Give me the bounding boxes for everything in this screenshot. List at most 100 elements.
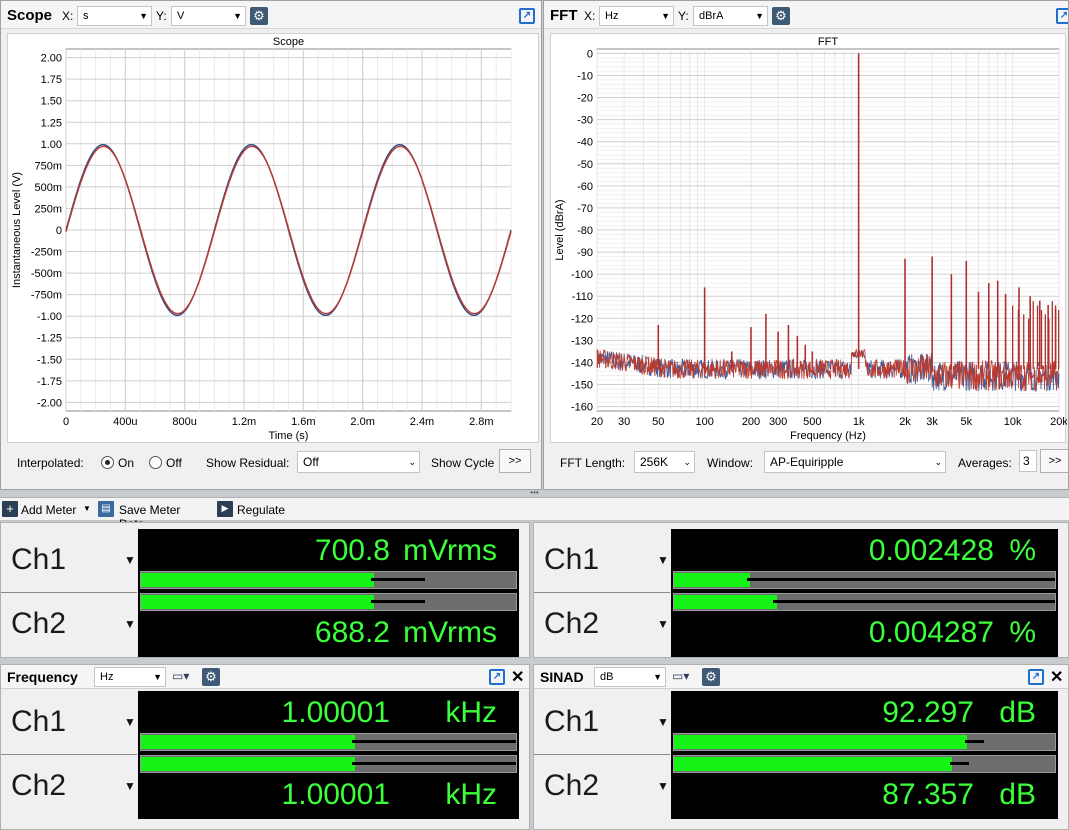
ch1-unit: % xyxy=(1009,534,1036,567)
x-tick-label: 0 xyxy=(63,416,69,428)
gear-icon[interactable]: ⚙ xyxy=(702,668,720,686)
gear-icon[interactable]: ⚙ xyxy=(772,7,790,25)
sinad-unit-select[interactable]: dB ▼ xyxy=(594,667,666,687)
show-residual-select[interactable]: Off ⌄ xyxy=(297,451,420,473)
ch2-label: Ch2 xyxy=(11,769,67,802)
ch1-level-fill xyxy=(141,735,355,749)
averages-label: Averages: xyxy=(958,456,1012,470)
ch2-label: Ch2 xyxy=(11,607,67,640)
y-tick-label: -160 xyxy=(571,402,593,414)
y-tick-label: -110 xyxy=(572,291,593,303)
close-icon[interactable]: ✕ xyxy=(1050,667,1063,687)
popout-icon[interactable]: ↗ xyxy=(1056,8,1068,24)
ch2-dropdown-icon[interactable]: ▼ xyxy=(657,617,669,631)
scope-header: Scope X: s ▼ Y: V ▼ ⚙ ↗ xyxy=(1,1,541,29)
scope-y-unit-select[interactable]: V ▼ xyxy=(171,6,246,26)
x-tick-label: 400u xyxy=(113,416,137,428)
ch2-dropdown-icon[interactable]: ▼ xyxy=(124,617,136,631)
popout-icon[interactable]: ↗ xyxy=(1028,669,1044,685)
ch1-dropdown-icon[interactable]: ▼ xyxy=(124,553,136,567)
fft-x-unit-value: Hz xyxy=(605,10,619,22)
ch2-level-bar xyxy=(140,755,517,773)
y-tick-label: -80 xyxy=(577,225,593,237)
x-axis-label: Time (s) xyxy=(269,430,309,442)
y-tick-label: -90 xyxy=(577,247,593,259)
meter-display-icon[interactable]: ▭▾ xyxy=(172,669,194,685)
splitter-handle[interactable]: ••• xyxy=(0,489,1069,497)
y-tick-label: -1.50 xyxy=(37,354,62,366)
chevron-down-icon: ▼ xyxy=(139,11,148,21)
fft-expand-button[interactable]: >> xyxy=(1040,449,1068,473)
ch1-dropdown-icon[interactable]: ▼ xyxy=(657,715,669,729)
ch1-unit: kHz xyxy=(445,696,497,729)
add-meter-button[interactable]: + Add Meter ▼ xyxy=(2,501,92,519)
fft-length-select[interactable]: 256K ⌄ xyxy=(634,451,695,473)
interpolated-off-radio[interactable]: Off xyxy=(149,456,182,470)
chevron-down-icon: ▼ xyxy=(233,11,242,21)
scope-x-unit-select[interactable]: s ▼ xyxy=(77,6,152,26)
y-tick-label: 1.75 xyxy=(41,74,62,86)
ch1-label: Ch1 xyxy=(544,543,600,576)
ch1-peak-line xyxy=(964,740,984,743)
y-tick-label: -50 xyxy=(577,159,593,171)
thdn-meter-panel: Ch1 ▼ Ch2 ▼ 0.002428% 0.004287% xyxy=(533,522,1069,658)
fft-x-unit-select[interactable]: Hz ▼ xyxy=(599,6,674,26)
fft-length-value: 256K xyxy=(640,455,669,469)
regulate-label: Regulate xyxy=(237,503,286,517)
x-tick-label: 20 xyxy=(591,416,603,428)
meter-display-icon[interactable]: ▭▾ xyxy=(672,669,694,685)
y-tick-label: 1.25 xyxy=(41,117,62,129)
y-tick-label: -1.25 xyxy=(37,333,62,345)
x-tick-label: 50 xyxy=(652,416,664,428)
fft-y-unit-select[interactable]: dBrA ▼ xyxy=(693,6,768,26)
popout-icon[interactable]: ↗ xyxy=(519,8,535,24)
ch2-peak-line xyxy=(773,600,1055,603)
ch1-level-fill xyxy=(674,735,968,749)
x-tick-label: 2.8m xyxy=(469,416,493,428)
y-tick-label: 1.00 xyxy=(41,139,62,151)
averages-value: 3 xyxy=(1023,454,1030,468)
regulate-button[interactable]: ▶ Regulate xyxy=(217,501,297,519)
ch2-level-bar xyxy=(140,593,517,611)
y-tick-label: -30 xyxy=(577,115,593,127)
y-axis-label: Level (dBrA) xyxy=(554,199,566,260)
gear-icon[interactable]: ⚙ xyxy=(250,7,268,25)
fft-x-label: X: xyxy=(584,9,596,23)
ch2-value: 87.357 xyxy=(882,778,974,811)
averages-input[interactable]: 3 xyxy=(1019,450,1037,472)
y-tick-label: -130 xyxy=(571,335,593,347)
scope-expand-button[interactable]: >> xyxy=(499,449,531,473)
frequency-unit-select[interactable]: Hz ▼ xyxy=(94,667,166,687)
x-axis-label: Frequency (Hz) xyxy=(790,430,866,442)
ch2-label: Ch2 xyxy=(544,607,600,640)
y-tick-label: 0 xyxy=(587,48,593,60)
chart-title: Scope xyxy=(273,36,304,48)
ch2-dropdown-icon[interactable]: ▼ xyxy=(657,779,669,793)
channel-divider xyxy=(534,592,670,593)
y-tick-label: 250m xyxy=(34,203,62,215)
interpolated-on-radio[interactable]: On xyxy=(101,456,134,470)
gear-icon[interactable]: ⚙ xyxy=(202,668,220,686)
fft-y-unit-value: dBrA xyxy=(699,10,724,22)
ch2-dropdown-icon[interactable]: ▼ xyxy=(124,779,136,793)
close-icon[interactable]: ✕ xyxy=(511,667,524,687)
ch1-label: Ch1 xyxy=(11,543,67,576)
popout-icon[interactable]: ↗ xyxy=(489,669,505,685)
y-tick-label: -1.00 xyxy=(37,311,62,323)
window-select[interactable]: AP-Equiripple ⌄ xyxy=(764,451,946,473)
fft-length-label: FFT Length: xyxy=(560,456,626,470)
interpolated-label: Interpolated: xyxy=(17,456,84,470)
y-tick-label: 1.50 xyxy=(41,96,62,108)
ch1-unit: mVrms xyxy=(403,534,497,567)
scope-y-unit-value: V xyxy=(177,10,185,22)
x-tick-label: 5k xyxy=(960,416,972,428)
x-tick-label: 3k xyxy=(926,416,938,428)
frequency-meter-panel: Frequency Hz ▼ ▭▾ ⚙ ↗ ✕ Ch1 ▼ Ch2 ▼ 1.00001 kHz 1.000… xyxy=(0,664,530,830)
ch2-value: 1.00001 xyxy=(281,778,390,811)
ch1-label: Ch1 xyxy=(11,705,67,738)
ch1-dropdown-icon[interactable]: ▼ xyxy=(657,553,669,567)
save-meter-data-button[interactable]: ▤ Save Meter Data xyxy=(98,501,208,531)
ch1-dropdown-icon[interactable]: ▼ xyxy=(124,715,136,729)
add-meter-label: Add Meter xyxy=(21,503,77,517)
chevron-down-icon: ▼ xyxy=(755,11,764,21)
